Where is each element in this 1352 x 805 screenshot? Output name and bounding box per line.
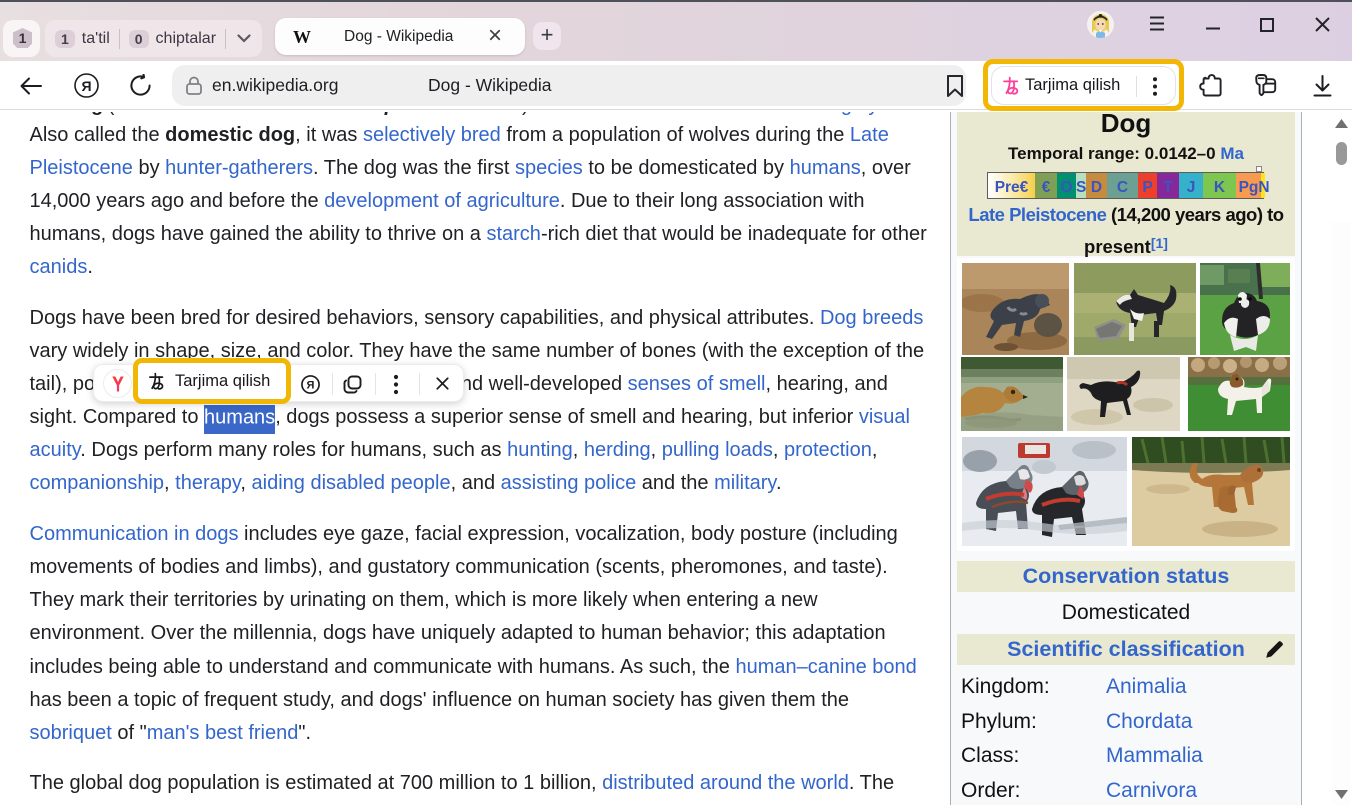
svg-text:Я: Я [307,379,315,391]
svg-text:Я: Я [81,78,91,94]
